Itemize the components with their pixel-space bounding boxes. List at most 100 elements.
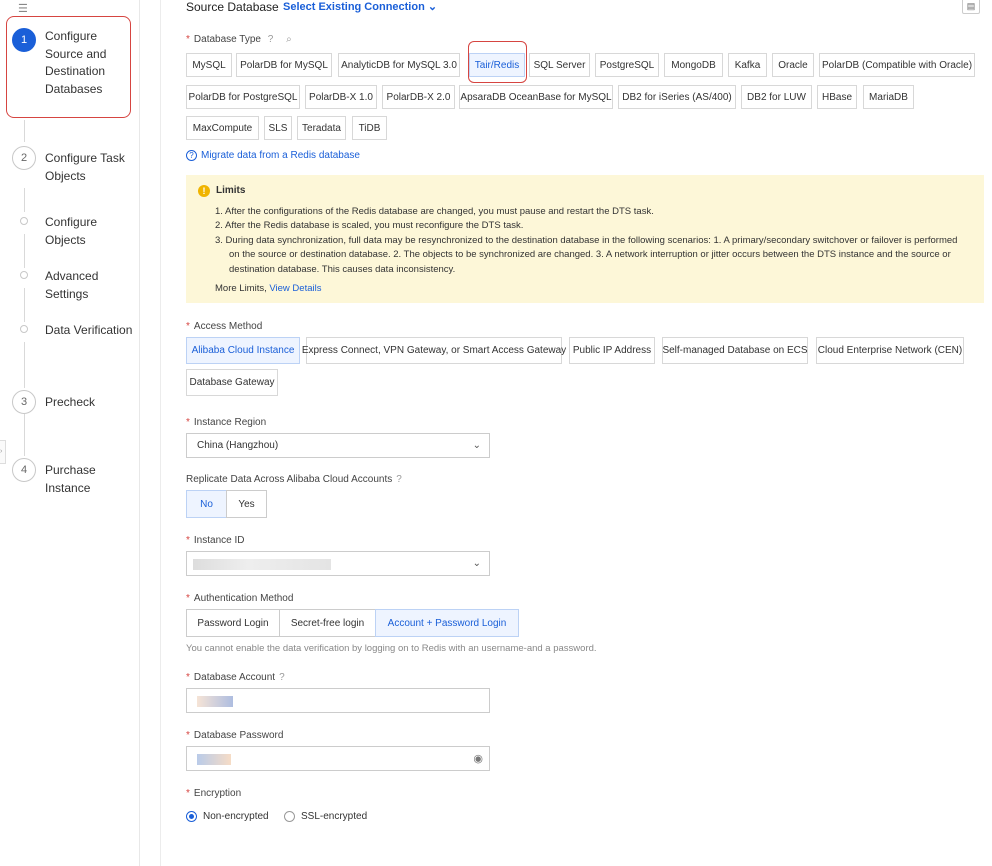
database-account-label: * Database Account? [186,672,285,683]
db-option[interactable]: MongoDB [664,53,723,77]
step-label: Configure Task Objects [45,151,125,183]
content-divider [160,0,161,866]
main-form: Source Database Select Existing Connecti… [186,0,992,866]
db-option[interactable]: MariaDB [863,85,914,109]
db-option[interactable]: PolarDB for PostgreSQL [186,85,300,109]
step-connector [24,188,25,212]
db-option[interactable]: PolarDB-X 2.0 [382,85,455,109]
instance-region-label: * Instance Region [186,417,267,428]
encryption-non-encrypted-radio[interactable]: Non-encrypted [186,811,269,822]
redacted-value [197,696,233,707]
authentication-method-label: * Authentication Method [186,593,294,604]
step-label: Configure Objects [45,215,98,247]
encryption-ssl-radio[interactable]: SSL-encrypted [284,811,367,822]
db-option[interactable]: PolarDB (Compatible with Oracle) [819,53,975,77]
limit-item: 3. During data synchronization, full dat… [215,235,958,246]
access-option-selected[interactable]: Alibaba Cloud Instance [186,337,300,364]
limit-item: 2. After the Redis database is scaled, y… [215,220,524,231]
step-label: Advanced Settings [45,269,99,301]
limit-item: 1. After the configurations of the Redis… [215,206,654,217]
substep-dot [20,271,28,279]
step-sidebar: ☰ 1 Configure Source and Destination Dat… [0,0,140,866]
eye-icon[interactable]: ◉ [473,752,483,765]
step-connector [24,288,25,322]
db-option-highlight-frame [468,41,527,83]
database-type-label: * Database Type ? ⌕ [186,34,292,45]
db-option[interactable]: MaxCompute [186,116,259,140]
menu-collapse-icon[interactable]: ☰ [18,2,28,15]
substep-dot [20,217,28,225]
db-option[interactable]: DB2 for iSeries (AS/400) [618,85,736,109]
db-option[interactable]: Teradata [297,116,346,140]
redacted-value [197,754,231,765]
replicate-no-option[interactable]: No [186,490,227,518]
database-account-input[interactable] [186,688,490,713]
db-option[interactable]: Kafka [728,53,767,77]
encryption-label: * Encryption [186,788,242,799]
search-icon[interactable]: ⌕ [286,34,292,45]
db-option[interactable]: SLS [264,116,292,140]
limits-title: Limits [216,185,246,196]
step-number: 3 [12,390,36,414]
section-title: Source Database [186,0,279,14]
warning-icon: ! [198,185,210,197]
limit-item: on the source or destination database. 2… [229,249,951,260]
help-icon: ? [279,672,285,683]
replicate-yes-option[interactable]: Yes [226,490,267,518]
instance-region-select[interactable]: China (Hangzhou) ⌄ [186,433,490,458]
step-number: 2 [12,146,36,170]
chevron-down-icon: ⌄ [472,440,481,451]
radio-unchecked-icon [284,811,295,822]
more-limits: More Limits, View Details [215,283,322,294]
radio-checked-icon [186,811,197,822]
access-option[interactable]: Database Gateway [186,369,278,396]
step-connector [24,412,25,456]
view-details-link[interactable]: View Details [269,283,321,294]
auth-secret-free-login[interactable]: Secret-free login [279,609,376,637]
auth-password-login[interactable]: Password Login [186,609,280,637]
chevron-down-icon: ⌄ [427,1,438,13]
limit-item: destination database. This causes data i… [229,264,456,275]
access-method-label: * Access Method [186,321,263,332]
auth-note: You cannot enable the data verification … [186,643,597,654]
replicate-accounts-label: Replicate Data Across Alibaba Cloud Acco… [186,474,402,485]
migrate-redis-link[interactable]: ? Migrate data from a Redis database [186,150,360,161]
db-option[interactable]: ApsaraDB OceanBase for MySQL [459,85,613,109]
access-option[interactable]: Express Connect, VPN Gateway, or Smart A… [302,337,566,364]
step-label: Data Verification [45,323,133,337]
db-option[interactable]: Oracle [772,53,814,77]
chevron-down-icon: ⌄ [472,558,481,569]
instance-id-select[interactable]: ⌄ [186,551,490,576]
limits-notice: ! Limits 1. After the configurations of … [186,175,984,303]
step-label: Purchase Instance [45,463,96,495]
db-option[interactable]: AnalyticDB for MySQL 3.0 [338,53,460,77]
db-option[interactable]: SQL Server [529,53,590,77]
step-connector [24,342,25,388]
substep-dot [20,325,28,333]
step-number: 4 [12,458,36,482]
sidebar-expand-handle[interactable]: › [0,440,6,464]
db-option[interactable]: MySQL [186,53,232,77]
db-option[interactable]: DB2 for LUW [741,85,812,109]
save-icon[interactable]: ▤ [962,0,980,14]
db-option[interactable]: PostgreSQL [595,53,659,77]
redacted-value [193,559,331,570]
db-option[interactable]: PolarDB-X 1.0 [305,85,377,109]
db-option[interactable]: PolarDB for MySQL [236,53,332,77]
instance-id-label: * Instance ID [186,535,245,546]
step-label: Configure Source and Destination Databas… [45,29,107,96]
db-option[interactable]: TiDB [352,116,387,140]
database-password-input[interactable]: ◉ [186,746,490,771]
database-password-label: * Database Password [186,730,284,741]
select-existing-connection-link[interactable]: Select Existing Connection ⌄ [283,0,437,13]
help-icon: ? [396,474,402,485]
access-option[interactable]: Public IP Address [569,337,655,364]
access-option[interactable]: Cloud Enterprise Network (CEN) [816,337,964,364]
step-connector [24,234,25,268]
step-connector [24,120,25,142]
db-option[interactable]: HBase [817,85,857,109]
auth-account-password-login[interactable]: Account + Password Login [375,609,519,637]
help-icon: ? [267,34,274,45]
access-option[interactable]: Self-managed Database on ECS [662,337,808,364]
help-circle-icon: ? [186,150,197,161]
